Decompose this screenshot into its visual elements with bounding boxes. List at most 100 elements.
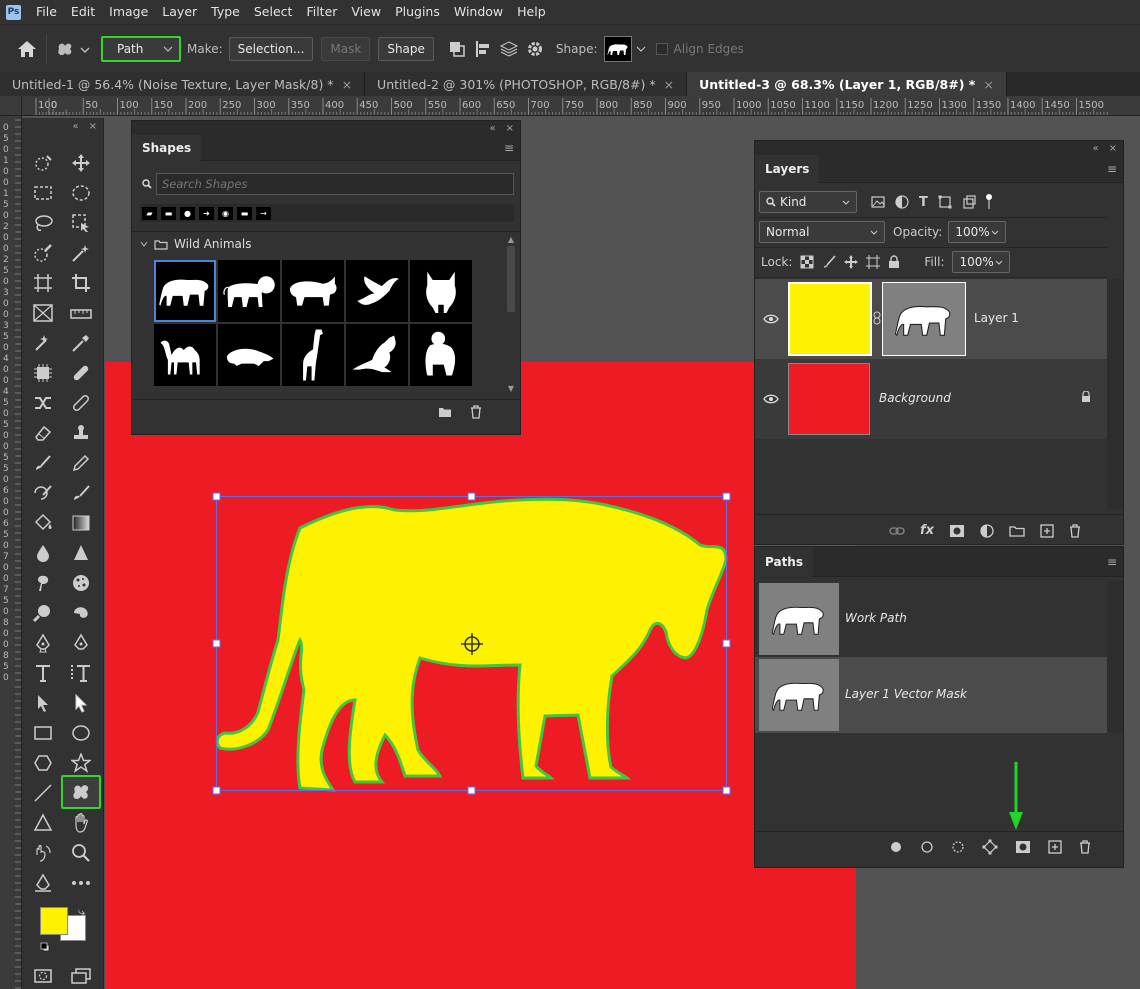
frame-placeholder-icon[interactable] [28, 298, 58, 328]
direct-selection-icon[interactable] [66, 688, 96, 718]
collapse-icon[interactable]: « [1092, 143, 1098, 154]
lion-shape-icon[interactable] [218, 260, 280, 322]
line-tool-icon[interactable] [28, 778, 58, 808]
sharpen-tool-icon[interactable] [66, 538, 96, 568]
content-aware-move-icon[interactable] [28, 388, 58, 418]
hand-tool-icon[interactable] [66, 808, 96, 838]
add-mask-icon[interactable] [1015, 840, 1031, 854]
adjustment-layer-icon[interactable] [980, 523, 994, 538]
transform-handle[interactable] [722, 492, 731, 501]
load-path-as-selection-icon[interactable] [951, 840, 965, 854]
bird-shape-icon[interactable] [346, 260, 408, 322]
transform-handle[interactable] [722, 786, 731, 795]
giraffe-shape-icon[interactable] [282, 324, 344, 386]
zoom-lens-icon[interactable] [28, 598, 58, 628]
stroke-path-icon[interactable] [920, 840, 934, 854]
screen-mode-icon[interactable] [66, 964, 96, 988]
recent-shape-icon[interactable]: ▰ [142, 206, 157, 220]
vertical-type-icon[interactable] [66, 658, 96, 688]
recent-shape-icon[interactable]: → [256, 206, 271, 220]
brush-tool-icon[interactable] [66, 478, 96, 508]
kangaroo-shape-icon[interactable] [346, 324, 408, 386]
transform-handle[interactable] [467, 786, 476, 795]
eye-icon[interactable] [763, 313, 779, 325]
more-tools-icon[interactable] [66, 868, 96, 898]
panel-menu-icon[interactable]: ≡ [504, 141, 514, 155]
link-icon[interactable] [873, 311, 881, 325]
layer-filter-dropdown[interactable]: Kind [759, 191, 857, 213]
transform-handle[interactable] [467, 492, 476, 501]
quick-mask-icon[interactable] [28, 964, 58, 988]
close-icon[interactable]: × [1109, 143, 1117, 154]
layer-name[interactable]: Background [879, 391, 951, 405]
quick-selection-icon[interactable] [28, 238, 58, 268]
layer-thumbnail-background[interactable] [788, 363, 870, 435]
new-layer-icon[interactable] [1040, 523, 1054, 538]
panel-menu-icon[interactable]: ≡ [1107, 162, 1117, 176]
new-group-folder-icon[interactable] [1009, 525, 1025, 537]
crop-tool-icon[interactable] [66, 268, 96, 298]
layer-name[interactable]: Layer 1 [974, 311, 1019, 325]
camel-shape-icon[interactable] [154, 324, 216, 386]
freeform-pen-icon[interactable] [66, 628, 96, 658]
lock-artboard-icon[interactable] [866, 255, 881, 269]
smart-object-filter-icon[interactable] [962, 195, 976, 209]
shapes-panel-title[interactable]: Shapes [132, 134, 202, 161]
recent-shape-icon[interactable]: ● [180, 206, 195, 220]
rectangular-marquee-icon[interactable] [28, 178, 58, 208]
eye-icon[interactable] [763, 393, 779, 405]
path-name[interactable]: Layer 1 Vector Mask [845, 687, 967, 701]
recent-shape-icon[interactable]: ◉ [218, 206, 233, 220]
eraser-tool-icon[interactable] [28, 418, 58, 448]
smudge-tool-icon[interactable] [28, 568, 58, 598]
close-icon[interactable]: × [506, 123, 514, 134]
star-icon[interactable] [66, 748, 96, 778]
object-selection-tool-icon[interactable] [28, 148, 58, 178]
transform-handle[interactable] [212, 639, 221, 648]
recent-shape-icon[interactable]: ▬ [237, 206, 252, 220]
lock-pixels-icon[interactable] [822, 255, 837, 269]
rotate-view-icon[interactable] [28, 838, 58, 868]
path-thumbnail[interactable] [759, 583, 839, 655]
transform-handle[interactable] [212, 786, 221, 795]
sponge-tool-icon[interactable] [66, 568, 96, 598]
move-tool-icon[interactable] [66, 148, 96, 178]
polygon-tool-icon[interactable] [28, 748, 58, 778]
new-group-folder-icon[interactable] [438, 406, 452, 418]
triangle-tool-icon[interactable] [28, 808, 58, 838]
layer-thumbnail-fill[interactable] [788, 282, 872, 356]
custom-shape-tool-icon[interactable] [61, 775, 101, 809]
shapes-scrollbar[interactable]: ▲ ▼ [506, 235, 516, 393]
horizontal-type-icon[interactable] [28, 658, 58, 688]
gradient-tool-icon[interactable] [66, 508, 96, 538]
trash-icon[interactable] [470, 405, 482, 419]
wolf-shape-icon[interactable] [410, 260, 472, 322]
zoom-tool-icon[interactable] [66, 838, 96, 868]
adjustment-filter-icon[interactable] [895, 195, 909, 209]
eyedropper-icon[interactable] [66, 328, 96, 358]
paths-panel-title[interactable]: Paths [755, 546, 813, 577]
lasso-tool-icon[interactable] [28, 208, 58, 238]
lock-position-icon[interactable] [844, 255, 859, 269]
add-mask-icon[interactable] [949, 524, 965, 538]
gorilla-shape-icon[interactable] [410, 324, 472, 386]
filter-toggle-icon[interactable] [985, 194, 992, 210]
collapse-icon[interactable]: « [72, 121, 78, 132]
close-icon[interactable]: × [89, 121, 97, 132]
collapse-icon[interactable]: « [489, 123, 495, 134]
panel-menu-icon[interactable]: ≡ [1107, 555, 1117, 569]
artboard-tool-icon[interactable] [66, 208, 96, 238]
layer-row-background[interactable]: Background [755, 361, 1107, 437]
make-work-path-icon[interactable] [982, 839, 998, 855]
transform-handle[interactable] [722, 639, 731, 648]
fill-path-icon[interactable] [889, 840, 903, 854]
lock-all-icon[interactable] [888, 255, 900, 269]
blend-mode-dropdown[interactable]: Normal [759, 221, 885, 243]
frame-tool-icon[interactable] [28, 268, 58, 298]
magic-wand-icon[interactable] [66, 238, 96, 268]
path-name[interactable]: Work Path [845, 611, 907, 625]
path-thumbnail[interactable] [759, 659, 839, 731]
patch-tool-icon[interactable] [66, 388, 96, 418]
opacity-input[interactable]: 100% [948, 221, 1007, 243]
mixer-brush-icon[interactable] [28, 448, 58, 478]
